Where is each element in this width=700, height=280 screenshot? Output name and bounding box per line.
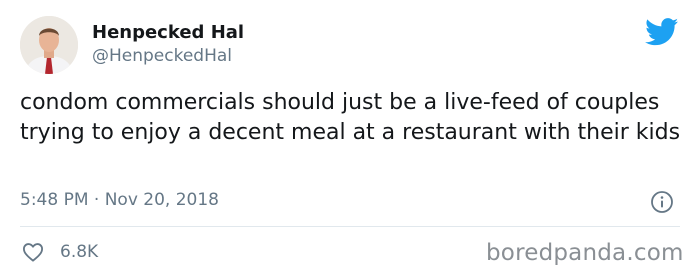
twitter-bird-icon[interactable] (645, 18, 679, 46)
divider (20, 226, 680, 227)
tweet-text: condom commercials should just be a live… (20, 90, 681, 145)
tweet-card: Henpecked Hal @HenpeckedHal condom comme… (0, 0, 700, 280)
heart-icon[interactable] (22, 242, 44, 262)
like-count[interactable]: 6.8K (60, 242, 98, 262)
avatar[interactable] (20, 16, 78, 74)
person-avatar-icon (20, 16, 78, 74)
author-handle[interactable]: @HenpeckedHal (92, 46, 232, 66)
author-display-name[interactable]: Henpecked Hal (92, 22, 244, 43)
watermark: boredpanda.com (486, 240, 684, 266)
tweet-timestamp[interactable]: 5:48 PM · Nov 20, 2018 (20, 190, 219, 210)
info-icon[interactable] (650, 190, 674, 214)
